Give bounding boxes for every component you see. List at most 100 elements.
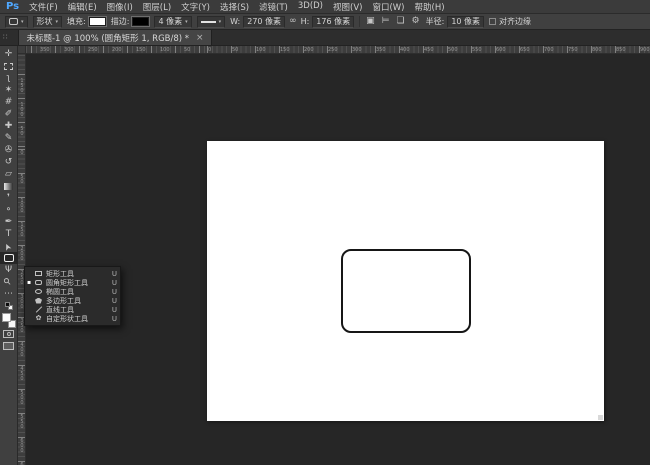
blur-tool[interactable]: ❜ [0,192,18,204]
path-selection-tool[interactable]: ➤ [0,240,18,252]
flyout-item-shortcut: U [111,314,117,323]
fill-color-swatch[interactable] [87,16,107,27]
document-corner-mark [598,415,603,420]
type-tool[interactable]: T [0,228,18,240]
radius-label: 半径: [425,17,445,26]
rounded-rectangle-tool[interactable] [0,252,18,264]
photoshop-logo: Ps [6,0,20,12]
ruler-label: 300 [352,47,362,53]
pen-tool[interactable]: ✒ [0,216,18,228]
ruler-label: 100 [256,47,266,53]
quick-mask-button[interactable] [0,328,18,340]
path-alignment-button[interactable]: ⊨ [381,17,391,26]
radius-input[interactable]: 10 像素 [447,15,485,28]
default-colors-icon-icon [4,301,14,311]
flyout-item-shortcut: U [111,278,117,287]
shape-width-value: 270 像素 [247,17,282,26]
ruler-label: 800 [592,47,602,53]
ruler-label: 900 [640,47,650,53]
menu-item-10[interactable]: 帮助(H) [415,1,445,13]
dodge-tool[interactable]: ⚬ [0,204,18,216]
clone-stamp-tool[interactable]: ✇ [0,144,18,156]
shape-height-value: 176 像素 [316,17,351,26]
stroke-type-select[interactable]: ▾ [196,15,226,28]
menu-item-7[interactable]: 3D(D) [298,1,323,13]
eyedropper-tool[interactable]: ✐ [0,108,18,120]
document-tab-bar: ∷ 未标题-1 @ 100% (圆角矩形 1, RGB/8) * × [0,30,650,46]
default-colors-icon[interactable] [0,300,18,312]
document-canvas[interactable] [207,141,604,421]
align-edges-checkbox[interactable] [489,18,497,25]
menu-item-5[interactable]: 选择(S) [220,1,249,13]
menu-item-6[interactable]: 滤镜(T) [259,1,288,13]
hand-tool-icon: Ψ [4,264,13,275]
flyout-item-5[interactable]: ✿ 自定形状工具 U [25,314,120,323]
ruler-corner[interactable] [18,46,26,54]
crop-tool[interactable]: # [0,96,18,108]
menu-item-1[interactable]: 编辑(E) [68,1,97,13]
ruler-label: 350 [376,47,386,53]
ruler-label: 150 [280,47,290,53]
screen-mode-button[interactable] [0,340,18,352]
ruler-label: 450 [424,47,434,53]
move-tool[interactable]: ✛ [0,48,18,60]
menu-item-9[interactable]: 窗口(W) [372,1,404,13]
vertical-ruler[interactable]: 150 100 50 0 50 100 150 200 250 300 350 400 450 500 55… [18,54,26,465]
edit-toolbar-button-icon: ⋯ [4,288,13,299]
menu-item-4[interactable]: 文字(Y) [181,1,210,13]
foreground-background-swatches[interactable] [0,312,18,328]
ruler-label: 550 [472,47,482,53]
rect-icon [34,271,43,276]
move-tool-icon: ✛ [4,48,13,59]
zoom-tool[interactable]: ⚲ [0,276,18,288]
history-brush-tool[interactable]: ↺ [0,156,18,168]
ruler-label: 0 [208,47,212,53]
link-dimensions-icon[interactable]: ∞ [288,17,298,26]
ruler-label: 100 [19,198,25,213]
stroke-color-swatch[interactable] [131,16,151,27]
eraser-tool-icon: ▱ [5,168,12,179]
healing-brush-tool[interactable]: ✚ [0,120,18,132]
height-label: H: [300,17,310,26]
dodge-tool-icon: ⚬ [4,204,13,215]
flyout-item-shortcut: U [111,269,117,278]
brush-tool-icon: ✎ [4,132,13,143]
current-tool-bullet: ▪ [27,278,32,286]
gradient-tool[interactable] [0,180,18,192]
shape-settings-gear-button[interactable]: ⚙ [411,17,421,26]
tool-mode-select[interactable]: 形状 ▾ [32,15,63,28]
tool-preset-picker[interactable]: ▾ [5,15,28,28]
shape-height-input[interactable]: 176 像素 [312,15,355,28]
hand-tool[interactable]: Ψ [0,264,18,276]
close-icon[interactable]: × [196,33,204,43]
menu-item-2[interactable]: 图像(I) [107,1,133,13]
ruler-label: 450 [19,366,25,381]
rounded-rectangle-shape[interactable] [341,249,471,333]
eraser-tool[interactable]: ▱ [0,168,18,180]
stroke-label: 描边: [110,17,130,26]
line-icon [34,306,43,313]
path-operations-button[interactable]: ▣ [365,17,376,26]
menu-item-8[interactable]: 视图(V) [333,1,362,13]
flyout-item-shortcut: U [111,305,117,314]
marquee-tool[interactable] [0,60,18,72]
lasso-tool[interactable]: ʅ [0,72,18,84]
tools-panel: ✛ ʅ ✶ # ✐ ✚ ✎ ✇ ↺ ▱ ❜ ⚬ ✒ T ➤ Ψ ⚲ ⋯ [0,46,18,465]
magic-wand-tool[interactable]: ✶ [0,84,18,96]
horizontal-ruler[interactable]: 350 300 250 200 150 100 50 0 50 100 150 200 250 300 35… [18,46,650,54]
ruler-label: 300 [64,47,74,53]
menu-item-0[interactable]: 文件(F) [29,1,58,13]
brush-tool[interactable]: ✎ [0,132,18,144]
solid-line-icon [200,20,216,23]
rounded-rectangle-tool-icon [3,254,14,262]
ruler-label: 350 [40,47,50,53]
flyout-item-label: 自定形状工具 [46,314,88,323]
menu-item-3[interactable]: 图层(L) [143,1,171,13]
canvas-work-area[interactable]: 350 300 250 200 150 100 50 0 50 100 150 200 250 300 35… [18,46,650,465]
document-tab[interactable]: 未标题-1 @ 100% (圆角矩形 1, RGB/8) * × [18,30,212,45]
stroke-width-select[interactable]: 4 像素 ▾ [154,15,192,28]
path-arrangement-button[interactable]: ❏ [395,17,405,26]
shape-width-input[interactable]: 270 像素 [243,15,286,28]
edit-toolbar-button[interactable]: ⋯ [0,288,18,300]
rounded-rectangle-preset-icon [9,18,18,25]
